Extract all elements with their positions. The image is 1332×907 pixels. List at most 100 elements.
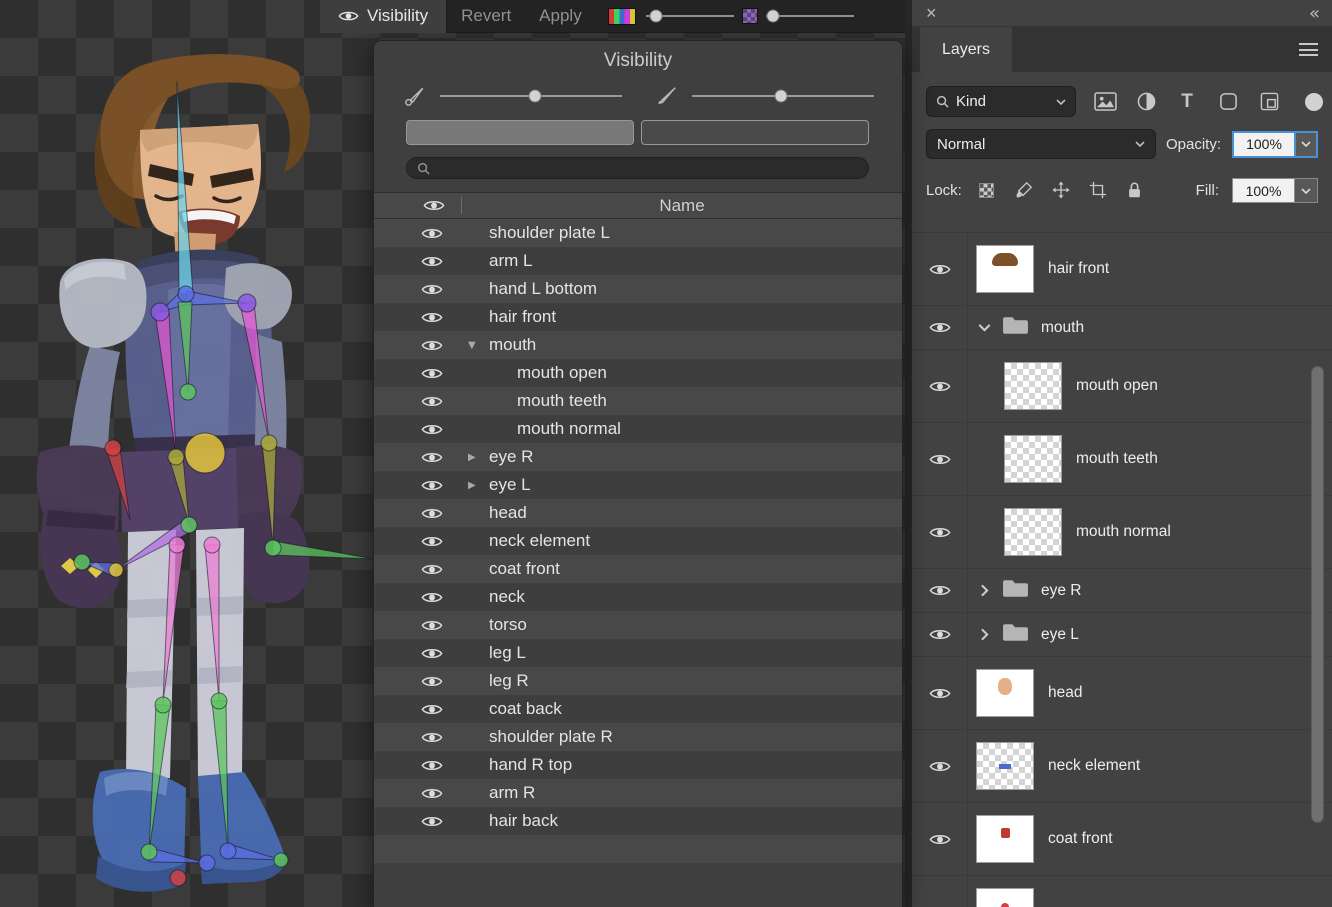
layer-row[interactable] [912,876,1332,907]
filter-shape-layers-icon[interactable] [1216,90,1240,114]
collapse-panel-icon[interactable]: « [1309,3,1332,24]
visibility-eye-toggle[interactable] [421,471,443,499]
search-field[interactable] [406,157,869,179]
visibility-eye-toggle[interactable] [421,667,443,695]
visibility-eye-toggle[interactable] [421,611,443,639]
layer-name[interactable]: hair front [1048,260,1109,278]
expander-icon[interactable] [468,331,476,359]
layer-row[interactable]: eye R [912,569,1332,613]
bone-row[interactable]: mouth [374,331,902,359]
filter-pixel-layers-icon[interactable] [1093,90,1117,114]
layer-visibility-eye[interactable] [912,876,968,907]
layer-row[interactable]: head [912,657,1332,730]
visibility-eye-toggle[interactable] [421,415,443,443]
layer-visibility-eye[interactable] [912,496,968,568]
lock-all-icon[interactable] [1123,178,1147,202]
visibility-eye-toggle[interactable] [421,499,443,527]
layer-thumbnail[interactable] [976,815,1034,863]
fill-dropdown-button[interactable] [1294,178,1318,203]
visibility-eye-toggle[interactable] [421,779,443,807]
visibility-eye-toggle[interactable] [421,219,443,247]
bone-row[interactable]: leg R [374,667,902,695]
mesh-opacity-slider[interactable] [766,0,854,33]
layer-visibility-eye[interactable] [912,657,968,729]
layer-visibility-eye[interactable] [912,306,968,349]
panel-menu-icon[interactable] [1299,43,1318,56]
filter-type-layers-icon[interactable]: T [1175,90,1199,114]
layer-row[interactable]: mouth normal [912,496,1332,569]
bone-row[interactable]: arm R [374,779,902,807]
bone-row[interactable]: hair front [374,303,902,331]
visibility-eye-toggle[interactable] [421,303,443,331]
visibility-tab[interactable] [641,120,869,145]
layer-name[interactable]: mouth open [1076,377,1158,395]
layer-name[interactable]: mouth teeth [1076,450,1158,468]
filter-smart-objects-icon[interactable] [1257,90,1281,114]
bone-row[interactable]: shoulder plate R [374,723,902,751]
lock-image-pixels-icon[interactable] [1012,178,1036,202]
layer-row[interactable]: hair front [912,233,1332,306]
revert-button[interactable]: Revert [447,6,525,26]
visibility-eye-toggle[interactable] [421,275,443,303]
expander-icon[interactable] [468,443,476,471]
layer-thumbnail[interactable] [1004,508,1062,556]
bone-row[interactable]: neck element [374,527,902,555]
layer-row[interactable]: mouth open [912,350,1332,423]
slider-knob[interactable] [766,10,779,23]
bone-row[interactable]: arm L [374,247,902,275]
layer-name[interactable]: neck element [1048,757,1140,775]
filter-adjustment-layers-icon[interactable] [1134,90,1158,114]
visibility-eye-toggle[interactable] [421,443,443,471]
slider-knob[interactable] [650,10,663,23]
filtering-toggle-button[interactable] [1305,93,1323,111]
opacity-dropdown-button[interactable] [1294,131,1318,158]
visibility-tab[interactable] [406,120,634,145]
layer-name[interactable]: mouth [1041,319,1084,337]
bone-color-swatch[interactable] [608,8,636,25]
visibility-eye-toggle[interactable] [421,723,443,751]
layer-name[interactable]: coat front [1048,830,1113,848]
layer-visibility-eye[interactable] [912,233,968,305]
kind-filter-dropdown[interactable]: Kind [926,86,1076,117]
layer-row[interactable]: mouth [912,306,1332,350]
bone-opacity-slider[interactable] [646,0,734,33]
visibility-toggle-button[interactable]: Visibility [320,0,447,33]
tab-layers[interactable]: Layers [920,27,1012,72]
slider-knob[interactable] [775,90,788,103]
blend-mode-dropdown[interactable]: Normal [926,129,1156,159]
bone-row[interactable]: eye L [374,471,902,499]
visibility-eye-toggle[interactable] [421,331,443,359]
bone-row[interactable]: mouth teeth [374,387,902,415]
bone-row[interactable]: coat front [374,555,902,583]
layer-row[interactable]: mouth teeth [912,423,1332,496]
layer-name[interactable]: mouth normal [1076,523,1171,541]
layer-thumbnail[interactable] [976,742,1034,790]
layer-name[interactable]: head [1048,684,1082,702]
lock-artboard-icon[interactable] [1086,178,1110,202]
layer-row[interactable]: neck element [912,730,1332,803]
lock-transparent-pixels-icon[interactable] [975,178,999,202]
lock-position-icon[interactable] [1049,178,1073,202]
layer-name[interactable]: eye L [1041,626,1079,644]
layer-thumbnail[interactable] [976,245,1034,293]
group-chevron-icon[interactable] [980,584,994,597]
layer-visibility-eye[interactable] [912,613,968,656]
layer-row[interactable]: eye L [912,613,1332,657]
bone-row[interactable]: hair back [374,807,902,835]
layer-visibility-eye[interactable] [912,730,968,802]
close-icon[interactable]: × [912,4,937,22]
bone-row[interactable]: torso [374,611,902,639]
group-chevron-icon[interactable] [980,628,994,641]
visibility-eye-toggle[interactable] [421,359,443,387]
visibility-eye-toggle[interactable] [421,247,443,275]
expander-icon[interactable] [468,471,476,499]
sprite-opacity-panel-slider[interactable] [692,86,874,106]
group-chevron-icon[interactable] [980,321,994,334]
visibility-eye-toggle[interactable] [421,583,443,611]
layer-visibility-eye[interactable] [912,803,968,875]
apply-button[interactable]: Apply [525,6,596,26]
layer-name[interactable]: eye R [1041,582,1082,600]
layer-thumbnail[interactable] [976,669,1034,717]
bone-row[interactable]: coat back [374,695,902,723]
layer-row[interactable]: coat front [912,803,1332,876]
